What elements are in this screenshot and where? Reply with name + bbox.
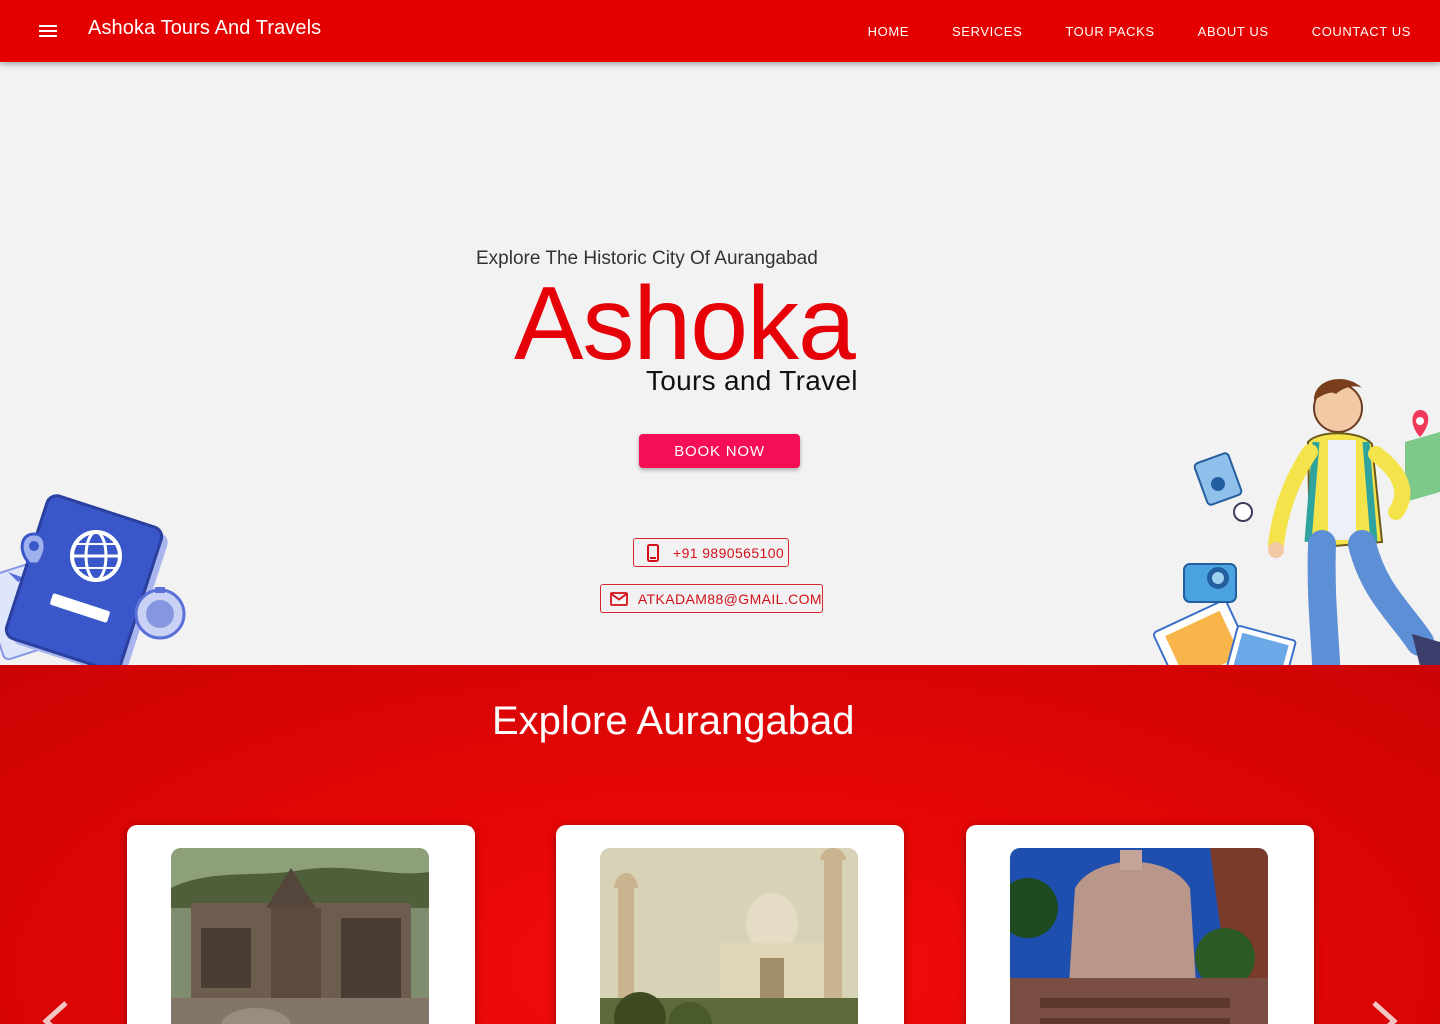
explore-title: Explore Aurangabad <box>492 699 855 743</box>
destination-card-bibi-ka-maqbara[interactable] <box>556 825 904 1024</box>
nav-home[interactable]: HOME <box>868 24 909 39</box>
email-contact-chip[interactable]: ATKADAM88@GMAIL.COM <box>600 584 823 613</box>
email-address: ATKADAM88@GMAIL.COM <box>637 590 822 607</box>
destination-card-grishneshwar[interactable] <box>966 825 1314 1024</box>
smartphone-icon <box>642 543 664 562</box>
hamburger-menu-icon[interactable] <box>36 20 60 42</box>
nav-services[interactable]: SERVICES <box>952 24 1022 39</box>
carousel-prev-arrow[interactable] <box>36 997 76 1024</box>
nav-contact-us[interactable]: COUNTACT US <box>1312 24 1411 39</box>
brand-title[interactable]: Ashoka Tours And Travels <box>88 17 321 40</box>
destination-card-ellora[interactable] <box>127 825 475 1024</box>
book-now-button[interactable]: BOOK NOW <box>639 434 800 468</box>
top-app-bar: Ashoka Tours And Travels HOME SERVICES T… <box>0 0 1440 62</box>
bibi-ka-maqbara-photo <box>600 848 858 1024</box>
carousel-next-arrow[interactable] <box>1364 997 1404 1024</box>
ellora-caves-photo <box>171 848 429 1024</box>
phone-number: +91 9890565100 <box>673 544 785 561</box>
mail-icon <box>609 591 629 606</box>
nav-about-us[interactable]: ABOUT US <box>1198 24 1269 39</box>
main-nav: HOME SERVICES TOUR PACKS ABOUT US COUNTA… <box>825 0 1411 62</box>
phone-contact-chip[interactable]: +91 9890565100 <box>633 538 789 567</box>
nav-tour-packs[interactable]: TOUR PACKS <box>1065 24 1154 39</box>
hero-section: Explore The Historic City Of Aurangabad … <box>0 62 1440 665</box>
grishneshwar-temple-photo <box>1010 848 1268 1024</box>
hero-subtitle: Tours and Travel <box>646 365 858 396</box>
passport-illustration <box>0 492 200 665</box>
explore-section: Explore Aurangabad <box>0 665 1440 1024</box>
traveler-illustration <box>1150 312 1440 665</box>
